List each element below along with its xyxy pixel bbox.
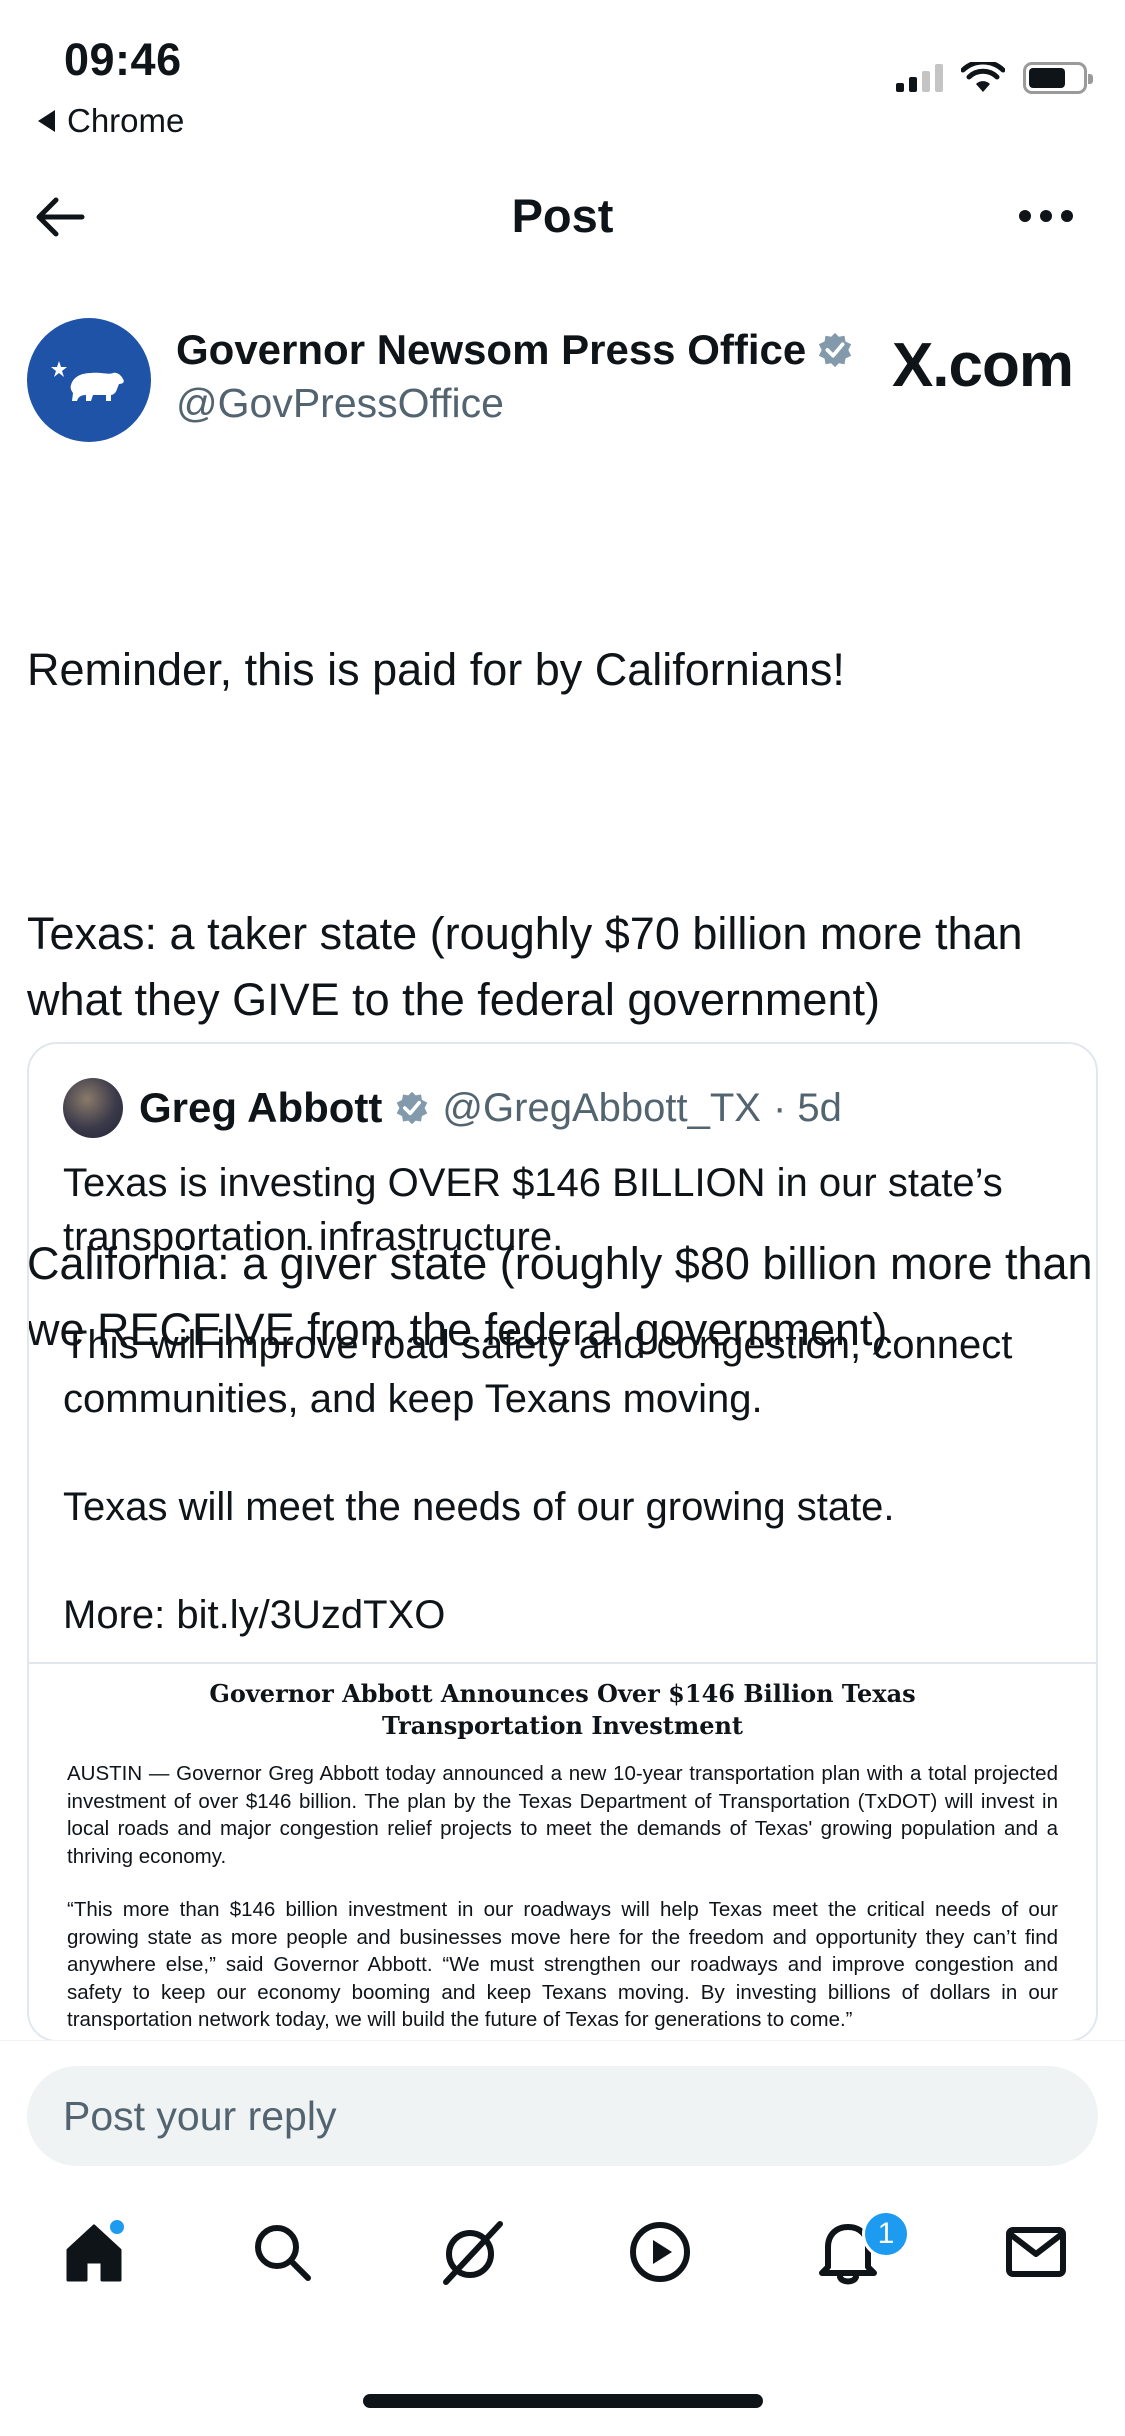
author-handle[interactable]: @GovPressOffice — [176, 380, 504, 427]
tab-search[interactable] — [242, 2212, 322, 2292]
bottom-tab-bar — [0, 2212, 1125, 2312]
quoted-author-handle: @GregAbbott_TX — [442, 1085, 761, 1130]
battery-icon — [1023, 62, 1093, 94]
quoted-author-name: Greg Abbott — [139, 1084, 383, 1131]
video-play-icon — [630, 2222, 690, 2282]
back-triangle-icon — [38, 110, 55, 132]
page-title: Post — [511, 189, 614, 242]
more-options-icon[interactable] — [1019, 210, 1073, 222]
press-release-paragraph: AUSTIN — Governor Greg Abbott today anno… — [67, 1762, 1058, 1868]
home-indicator[interactable] — [363, 2394, 763, 2408]
tab-grok[interactable] — [432, 2212, 512, 2292]
messages-envelope-icon — [1006, 2227, 1066, 2277]
press-release-paragraph: “This more than $146 billion investment … — [67, 1898, 1058, 2031]
verified-badge-icon — [397, 1091, 428, 1125]
home-unread-dot — [108, 2218, 126, 2236]
reply-input[interactable]: Post your reply — [27, 2066, 1098, 2166]
search-icon — [255, 2225, 311, 2281]
quoted-link[interactable]: More: bit.ly/3UzdTXO — [63, 1588, 1073, 1642]
x-com-label: X.com — [891, 331, 1074, 400]
tab-messages[interactable] — [996, 2212, 1076, 2292]
post-paragraph: Reminder, this is paid for by California… — [27, 644, 845, 695]
post-header: Post — [0, 170, 1125, 260]
author-name-label: Governor Newsom Press Office — [176, 326, 807, 373]
press-release-title: Governor Abbott Announces Over $146 Bill… — [209, 1679, 916, 1740]
wifi-icon — [961, 62, 1005, 92]
tab-video[interactable] — [620, 2212, 700, 2292]
notification-count-badge: 1 — [862, 2210, 910, 2258]
quoted-paragraph: This will improve road safety and conges… — [63, 1323, 1013, 1421]
author-name[interactable]: Governor Newsom Press Office — [176, 326, 854, 374]
california-bear-icon — [51, 361, 124, 401]
back-to-app[interactable]: Chrome — [38, 102, 184, 140]
press-release-image[interactable]: Governor Abbott Announces Over $146 Bill… — [29, 1662, 1096, 2040]
quoted-post-text: Texas is investing OVER $146 BILLION in … — [63, 1156, 1073, 1642]
x-com-watermark: X.com — [891, 330, 1074, 401]
quoted-paragraph: Texas will meet the needs of our growing… — [63, 1485, 895, 1529]
quoted-post-header: Greg Abbott @GregAbbott_TX · 5d — [63, 1078, 842, 1138]
post-paragraph: Texas: a taker state (roughly $70 billio… — [27, 908, 1036, 1025]
status-icons — [896, 62, 1093, 94]
quoted-author-avatar — [63, 1078, 123, 1138]
cellular-signal-icon — [896, 64, 943, 92]
quoted-post-age: · 5d — [772, 1085, 842, 1130]
author-avatar[interactable] — [27, 318, 151, 442]
quoted-paragraph: Texas is investing OVER $146 BILLION in … — [63, 1161, 1003, 1259]
verified-badge-icon — [819, 332, 852, 368]
back-app-label: Chrome — [67, 102, 185, 139]
quoted-post-card[interactable]: Greg Abbott @GregAbbott_TX · 5d Texas is… — [27, 1042, 1098, 2042]
grok-icon — [443, 2221, 503, 2285]
status-time: 09:46 — [64, 34, 182, 85]
